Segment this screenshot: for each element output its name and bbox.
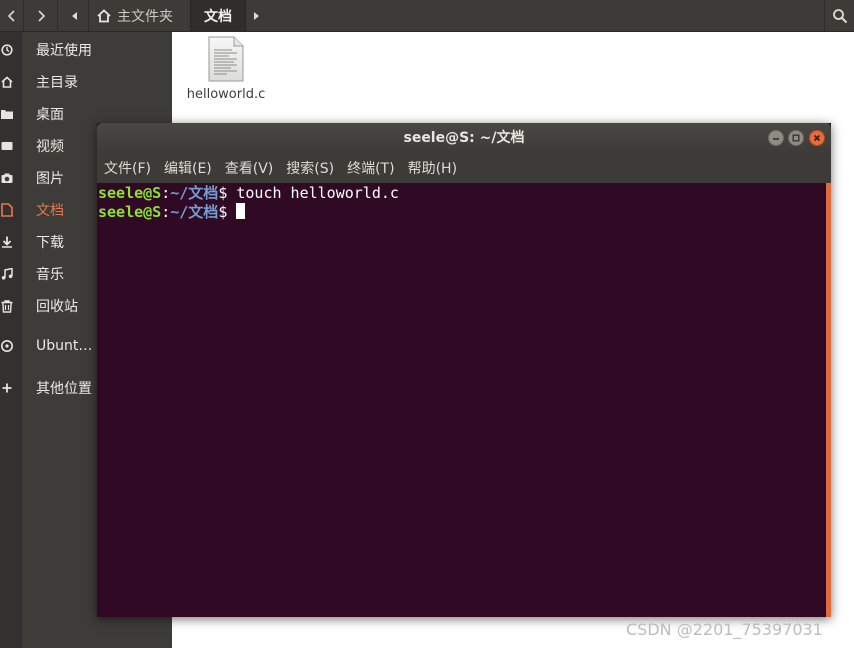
prompt-user: seele@S bbox=[98, 203, 162, 221]
minimize-icon bbox=[773, 138, 779, 140]
terminal-title: seele@S: ~/文档 bbox=[403, 130, 525, 146]
menu-search[interactable]: 搜索(S) bbox=[280, 158, 340, 178]
close-icon bbox=[813, 134, 821, 142]
file-manager-header: 主文件夹 文档 bbox=[0, 0, 854, 32]
terminal-scrollbar[interactable] bbox=[826, 183, 831, 617]
prompt-separator: : bbox=[161, 184, 171, 202]
terminal-line: seele@S:~/文档$ touch helloworld.c bbox=[98, 184, 399, 203]
prompt-path: ~/文档 bbox=[170, 184, 219, 202]
sidebar-item-label: 图片 bbox=[36, 171, 64, 187]
trash-icon bbox=[0, 291, 14, 321]
path-scroll-left-button[interactable] bbox=[64, 0, 86, 31]
maximize-icon bbox=[792, 134, 800, 142]
breadcrumb-home[interactable]: 主文件夹 bbox=[88, 0, 190, 31]
home-icon bbox=[97, 8, 111, 22]
watermark: CSDN @2201_75397031 bbox=[626, 620, 823, 639]
sidebar-item-label: 下载 bbox=[36, 235, 64, 251]
sidebar-item-label: 其他位置 bbox=[36, 381, 92, 397]
chevron-left-icon bbox=[7, 9, 15, 22]
maximize-button[interactable] bbox=[788, 130, 804, 146]
menu-file[interactable]: 文件(F) bbox=[98, 158, 157, 178]
close-button[interactable] bbox=[809, 130, 825, 146]
menu-view[interactable]: 查看(V) bbox=[219, 158, 280, 178]
prompt-separator: : bbox=[161, 203, 171, 221]
plus-icon bbox=[0, 373, 14, 403]
menu-terminal[interactable]: 终端(T) bbox=[341, 158, 400, 178]
search-button[interactable] bbox=[824, 0, 854, 31]
sidebar-item-recent[interactable]: 最近使用 bbox=[0, 35, 172, 65]
terminal-line: seele@S:~/文档$ bbox=[98, 203, 246, 222]
terminal-output[interactable]: seele@S:~/文档$ touch helloworld.c seele@S… bbox=[97, 183, 826, 617]
menu-edit[interactable]: 编辑(E) bbox=[158, 158, 218, 178]
prompt-symbol: $ bbox=[218, 203, 228, 221]
folder-icon bbox=[0, 99, 14, 129]
back-button[interactable] bbox=[0, 0, 24, 31]
path-scroll-right-button[interactable] bbox=[246, 0, 266, 31]
triangle-left-icon bbox=[72, 11, 77, 20]
sidebar-item-label: 视频 bbox=[36, 139, 64, 155]
sidebar-item-label: 回收站 bbox=[36, 299, 78, 315]
sidebar-item-home[interactable]: 主目录 bbox=[0, 67, 172, 97]
chevron-right-icon bbox=[37, 9, 45, 22]
terminal-window[interactable]: seele@S: ~/文档 文件(F) 编辑(E) 查看(V) 搜索(S) 终端… bbox=[97, 123, 831, 617]
disc-icon bbox=[0, 331, 14, 361]
home-icon bbox=[0, 67, 14, 97]
breadcrumb-home-label: 主文件夹 bbox=[117, 8, 173, 25]
triangle-right-icon bbox=[254, 11, 259, 20]
text-file-icon bbox=[208, 36, 244, 82]
sidebar-item-label: 主目录 bbox=[36, 75, 78, 91]
terminal-cursor bbox=[236, 203, 246, 219]
terminal-command: touch helloworld.c bbox=[227, 184, 399, 202]
breadcrumb-current[interactable]: 文档 bbox=[190, 0, 246, 31]
video-icon bbox=[0, 131, 14, 161]
terminal-menubar: 文件(F) 编辑(E) 查看(V) 搜索(S) 终端(T) 帮助(H) bbox=[97, 153, 831, 183]
sidebar-item-label: Ubunt… bbox=[36, 338, 93, 354]
recent-clock-icon bbox=[0, 35, 14, 65]
sidebar-item-label: 桌面 bbox=[36, 107, 64, 123]
minimize-button[interactable] bbox=[768, 130, 784, 146]
document-icon bbox=[0, 195, 14, 225]
sidebar-item-label: 音乐 bbox=[36, 267, 64, 283]
forward-button[interactable] bbox=[24, 0, 58, 31]
terminal-titlebar[interactable]: seele@S: ~/文档 bbox=[97, 123, 831, 153]
menu-help[interactable]: 帮助(H) bbox=[402, 158, 463, 178]
file-item[interactable]: helloworld.c bbox=[186, 36, 266, 103]
prompt-user: seele@S bbox=[98, 184, 162, 202]
music-icon bbox=[0, 259, 14, 289]
file-name-label: helloworld.c bbox=[186, 87, 266, 102]
prompt-path: ~/文档 bbox=[170, 203, 219, 221]
download-icon bbox=[0, 227, 14, 257]
sidebar-item-label: 文档 bbox=[36, 203, 64, 219]
camera-icon bbox=[0, 163, 14, 193]
prompt-symbol: $ bbox=[218, 184, 228, 202]
breadcrumb-current-label: 文档 bbox=[204, 8, 232, 25]
sidebar-item-label: 最近使用 bbox=[36, 43, 92, 59]
search-icon bbox=[832, 8, 847, 23]
